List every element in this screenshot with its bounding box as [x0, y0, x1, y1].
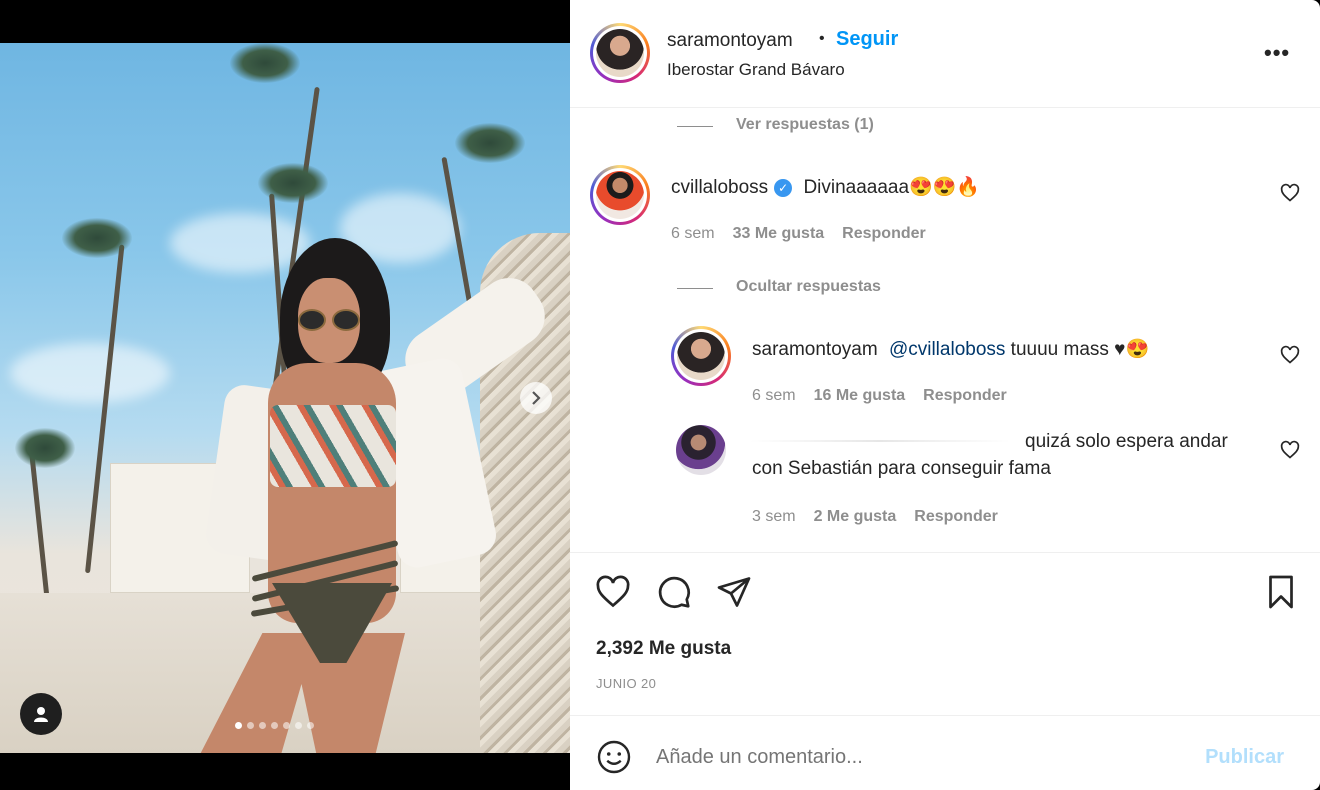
reply-time[interactable]: 3 sem	[752, 508, 796, 526]
emoji-icon[interactable]	[596, 739, 632, 775]
reply-meta: 3 sem 2 Me gusta Responder	[752, 508, 998, 526]
carousel-dots	[235, 722, 314, 729]
carousel-dot	[271, 722, 278, 729]
user-tag-icon[interactable]	[20, 693, 62, 735]
post-header: saramontoyam • Seguir Iberostar Grand Bá…	[570, 0, 1320, 108]
reply-button[interactable]: Responder	[923, 387, 1007, 405]
comment-time[interactable]: 6 sem	[671, 225, 715, 243]
divider-line	[677, 288, 713, 289]
palm-leaves	[230, 43, 300, 83]
palm-leaves	[258, 163, 328, 203]
publish-button[interactable]: Publicar	[1205, 746, 1284, 769]
commenter-avatar-ring[interactable]	[671, 326, 731, 386]
carousel-dot	[259, 722, 266, 729]
comment-meta: 6 sem 33 Me gusta Responder	[671, 225, 926, 243]
commenter-avatar-ring[interactable]	[590, 165, 650, 225]
heart-icon[interactable]	[1280, 440, 1300, 460]
palm-leaves	[62, 218, 132, 258]
comment-row: cvillaloboss ✓ Divinaaaaaa😍😍🔥	[671, 175, 980, 199]
reply-meta: 6 sem 16 Me gusta Responder	[752, 387, 1007, 405]
comment-icon[interactable]	[656, 574, 692, 610]
like-count[interactable]: 2,392 Me gusta	[596, 638, 731, 660]
post-date[interactable]: JUNIO 20	[596, 676, 656, 691]
reply-time[interactable]: 6 sem	[752, 387, 796, 405]
view-replies-link[interactable]: Ver respuestas (1)	[736, 116, 874, 134]
palm-leaves	[455, 123, 525, 163]
bookmark-icon[interactable]	[1263, 574, 1299, 610]
reply-button[interactable]: Responder	[842, 225, 926, 243]
heart-icon[interactable]	[595, 574, 631, 610]
reply-text: tuuuu mass ♥😍	[1005, 339, 1150, 360]
bikini-top	[270, 405, 396, 487]
verified-icon: ✓	[774, 179, 793, 197]
follow-button[interactable]: Seguir	[836, 28, 898, 51]
share-icon[interactable]	[716, 574, 752, 610]
cloud	[10, 343, 170, 403]
comment-text: Divinaaaaaa😍😍🔥	[803, 177, 981, 198]
more-options-icon[interactable]: •••	[1264, 42, 1290, 64]
post-photo[interactable]	[0, 43, 570, 753]
location-link[interactable]: Iberostar Grand Bávaro	[667, 60, 845, 80]
comment-input[interactable]	[656, 746, 1176, 769]
mention-link[interactable]: @cvillaloboss	[889, 339, 1005, 360]
reply-likes[interactable]: 16 Me gusta	[814, 387, 906, 405]
commenter-username[interactable]: saramontoyam	[752, 339, 878, 360]
commenter-username[interactable]: cvillaloboss	[671, 177, 768, 198]
carousel-dot	[295, 722, 302, 729]
heart-icon[interactable]	[1280, 345, 1300, 365]
reply-text-line1: quizá solo espera andar	[1025, 431, 1228, 452]
story-ring[interactable]	[590, 23, 650, 83]
comment-likes[interactable]: 33 Me gusta	[733, 225, 825, 243]
reply-likes[interactable]: 2 Me gusta	[814, 508, 897, 526]
avatar	[596, 29, 644, 77]
reply-text-line2: con Sebastián para conseguir fama	[752, 458, 1051, 479]
post-panel: saramontoyam • Seguir Iberostar Grand Bá…	[570, 0, 1320, 790]
separator-dot: •	[819, 30, 825, 47]
carousel-dot	[247, 722, 254, 729]
palm-leaves	[15, 428, 75, 468]
avatar	[677, 332, 725, 380]
post-media	[0, 0, 570, 790]
avatar[interactable]	[676, 425, 726, 475]
hide-replies-link[interactable]: Ocultar respuestas	[736, 278, 881, 296]
add-comment-bar: Publicar	[570, 715, 1320, 790]
heart-icon[interactable]	[1280, 183, 1300, 203]
carousel-dot	[283, 722, 290, 729]
carousel-dot	[235, 722, 242, 729]
divider-line	[677, 126, 713, 127]
author-username[interactable]: saramontoyam	[667, 30, 793, 52]
redacted-username	[750, 440, 1010, 442]
carousel-dot	[307, 722, 314, 729]
reply-button[interactable]: Responder	[914, 508, 998, 526]
sunglasses	[292, 309, 368, 331]
reply-row: saramontoyam @cvillaloboss tuuuu mass ♥😍	[752, 337, 1149, 361]
avatar	[596, 171, 644, 219]
next-chevron-icon[interactable]	[520, 382, 552, 414]
